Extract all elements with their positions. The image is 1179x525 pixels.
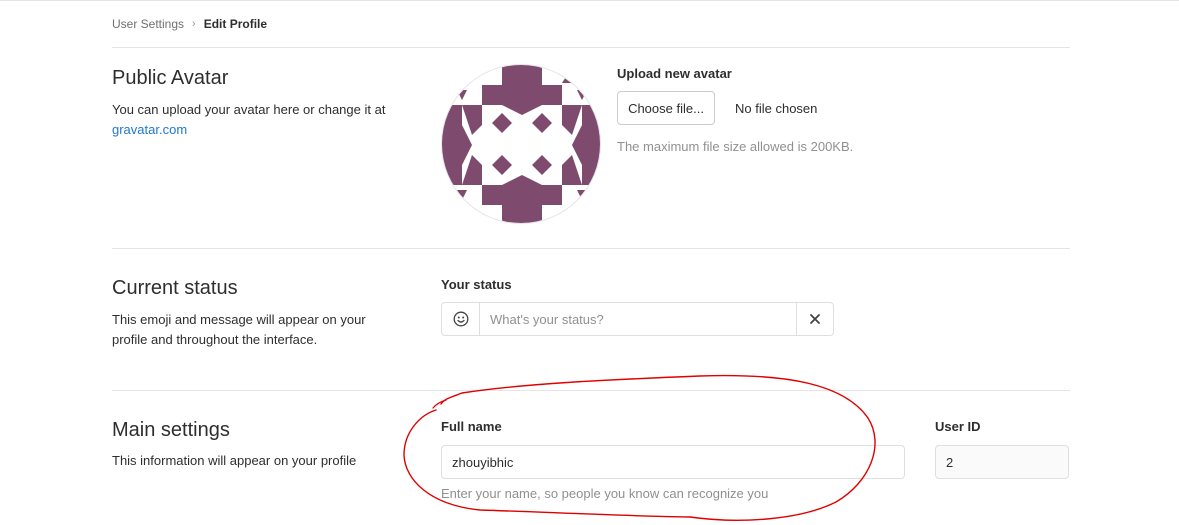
full-name-input[interactable] — [441, 445, 905, 479]
current-status-title: Current status — [112, 277, 238, 299]
choose-file-button[interactable]: Choose file... — [617, 91, 715, 125]
avatar-description-text: You can upload your avatar here or chang… — [112, 102, 386, 117]
public-avatar-description: You can upload your avatar here or chang… — [112, 100, 412, 140]
divider — [112, 47, 1070, 48]
breadcrumb-user-settings[interactable]: User Settings — [112, 17, 184, 31]
no-file-chosen-text: No file chosen — [735, 101, 818, 116]
full-name-label: Full name — [441, 419, 502, 434]
breadcrumb: User Settings › Edit Profile — [112, 17, 267, 31]
upload-avatar-label: Upload new avatar — [617, 66, 732, 81]
emoji-picker-button[interactable] — [442, 303, 480, 335]
breadcrumb-edit-profile[interactable]: Edit Profile — [204, 17, 267, 31]
status-message-input[interactable] — [480, 303, 796, 335]
gravatar-link[interactable]: gravatar.com — [112, 122, 187, 137]
avatar — [441, 64, 601, 224]
status-input-group — [441, 302, 834, 336]
top-border — [0, 0, 1179, 1]
your-status-label: Your status — [441, 277, 512, 292]
clear-status-button[interactable] — [796, 303, 833, 335]
user-id-input[interactable] — [935, 445, 1069, 479]
user-id-label: User ID — [935, 419, 981, 434]
divider — [112, 390, 1070, 391]
main-settings-description: This information will appear on your pro… — [112, 453, 357, 468]
avatar-size-help: The maximum file size allowed is 200KB. — [617, 139, 854, 154]
current-status-description: This emoji and message will appear on yo… — [112, 312, 366, 347]
main-settings-title: Main settings — [112, 419, 230, 441]
identicon-image — [442, 65, 600, 223]
public-avatar-title: Public Avatar — [112, 67, 229, 89]
divider — [112, 248, 1070, 249]
chevron-right-icon: › — [192, 18, 196, 30]
close-icon — [810, 314, 820, 324]
smiley-icon — [453, 311, 468, 327]
full-name-help: Enter your name, so people you know can … — [441, 486, 769, 501]
